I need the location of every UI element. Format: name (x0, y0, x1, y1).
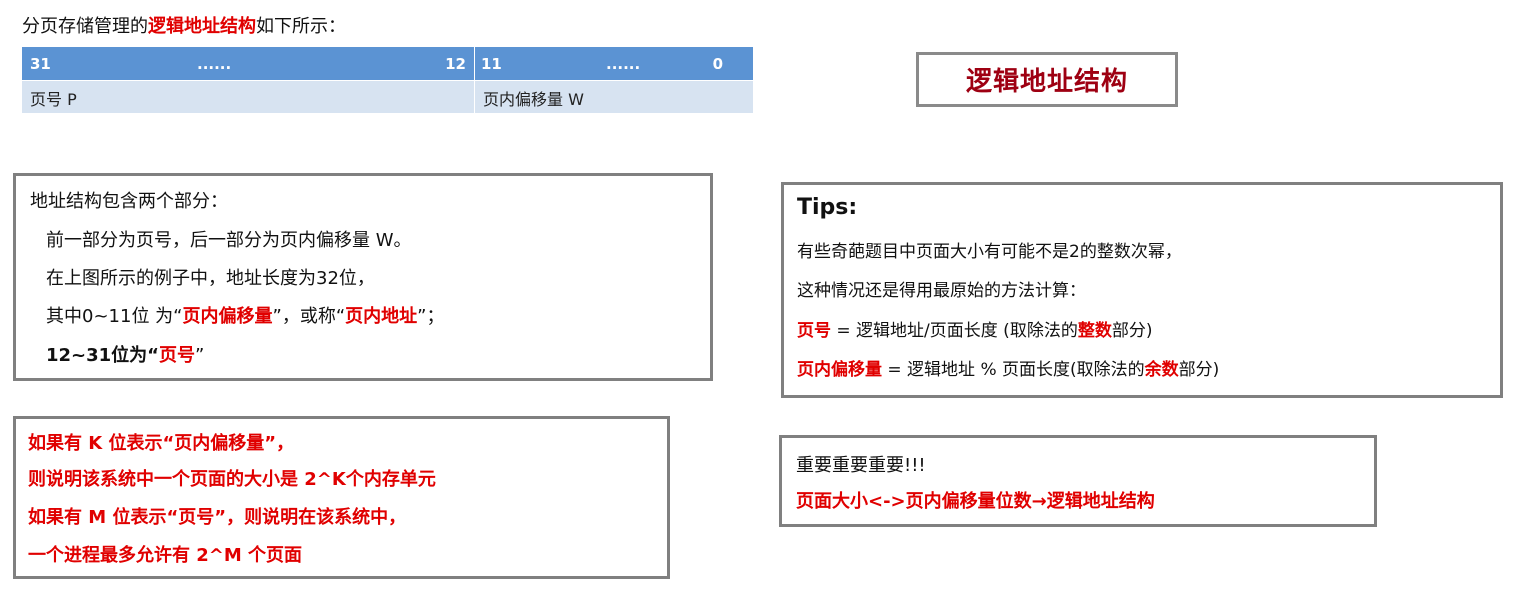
tips-heading: Tips: (797, 195, 858, 220)
tips-line-4: 页内偏移量 = 逻辑地址 % 页面长度(取除法的余数部分) (797, 355, 1219, 380)
structure-line-5: 12~31位为“页号” (46, 341, 204, 367)
bits-line-4: 一个进程最多允许有 2^M 个页面 (28, 545, 303, 566)
address-structure-table: 31 ...... 12 11 ...... 0 页号 P 页内偏移量 W (22, 47, 753, 113)
page-number-cell: 页号 P (22, 81, 474, 113)
bits-line-3: 如果有 M 位表示“页号”，则说明在该系统中， (28, 507, 407, 528)
structure-line-5a: 12~31位为“ (46, 345, 160, 366)
title-text: 逻辑地址结构 (965, 67, 1128, 97)
tips-line-2: 这种情况还是得用最原始的方法计算： (797, 281, 1086, 301)
intro-text: 分页存储管理的逻辑地址结构如下所示： (22, 12, 346, 38)
structure-line-2: 前一部分为页号，后一部分为页内偏移量 W。 (46, 230, 412, 251)
structure-line-3: 在上图所示的例子中，地址长度为32位， (46, 268, 375, 289)
title-box: 逻辑地址结构 (916, 52, 1178, 107)
tips-integer-term: 整数 (1077, 321, 1112, 341)
low-end-label: 0 (712, 55, 723, 73)
structure-line-4: 其中0~11位 为“页内偏移量”，或称“页内地址”； (46, 302, 444, 328)
high-dots-label: ...... (197, 55, 232, 73)
structure-line-4e: ”； (417, 306, 445, 327)
intro-suffix: 如下所示： (256, 16, 346, 37)
structure-line-1: 地址结构包含两个部分： (30, 191, 228, 212)
structure-line-4a: 其中0~11位 为“ (46, 306, 183, 327)
high-end-label: 12 (445, 55, 466, 73)
structure-offset-term: 页内偏移量 (182, 306, 273, 327)
bits-line-2: 则说明该系统中一个页面的大小是 2^K个内存单元 (28, 469, 436, 490)
tips-line-3b: = 逻辑地址/页面长度 (取除法的 (831, 321, 1078, 341)
structure-line-5c: ” (195, 345, 205, 366)
tips-remainder-term: 余数 (1144, 360, 1179, 380)
tips-line-3: 页号 = 逻辑地址/页面长度 (取除法的整数部分) (797, 316, 1152, 341)
tips-offset-term: 页内偏移量 (797, 360, 882, 380)
low-start-label: 11 (481, 55, 502, 73)
bits-explanation-box: 如果有 K 位表示“页内偏移量”， 则说明该系统中一个页面的大小是 2^K个内存… (13, 416, 670, 579)
structure-line-4c: ”，或称“ (272, 306, 346, 327)
intro-highlight: 逻辑地址结构 (148, 16, 256, 37)
page-offset-cell: 页内偏移量 W (475, 81, 753, 113)
high-bits-header: 31 ...... 12 (22, 47, 474, 80)
important-box: 重要重要重要!!! 页面大小<->页内偏移量位数→逻辑地址结构 (779, 435, 1377, 527)
important-line-1: 重要重要重要!!! (796, 455, 926, 476)
tips-line-4d: 部分) (1178, 360, 1220, 380)
intro-prefix: 分页存储管理的 (22, 16, 148, 37)
tips-line-1: 有些奇葩题目中页面大小有可能不是2的整数次幂， (797, 242, 1182, 262)
important-line-2: 页面大小<->页内偏移量位数→逻辑地址结构 (796, 491, 1155, 512)
tips-box: Tips: 有些奇葩题目中页面大小有可能不是2的整数次幂， 这种情况还是得用最原… (781, 182, 1503, 398)
low-bits-header: 11 ...... 0 (475, 47, 753, 80)
structure-box: 地址结构包含两个部分： 前一部分为页号，后一部分为页内偏移量 W。 在上图所示的… (13, 173, 713, 381)
structure-page-term: 页号 (159, 345, 196, 366)
bits-line-1: 如果有 K 位表示“页内偏移量”， (28, 433, 295, 454)
low-dots-label: ...... (606, 55, 641, 73)
tips-page-number-term: 页号 (797, 321, 831, 341)
tips-line-4b: = 逻辑地址 % 页面长度(取除法的 (882, 360, 1145, 380)
tips-line-3d: 部分) (1111, 321, 1153, 341)
structure-address-term: 页内地址 (345, 306, 418, 327)
high-start-label: 31 (30, 55, 51, 73)
